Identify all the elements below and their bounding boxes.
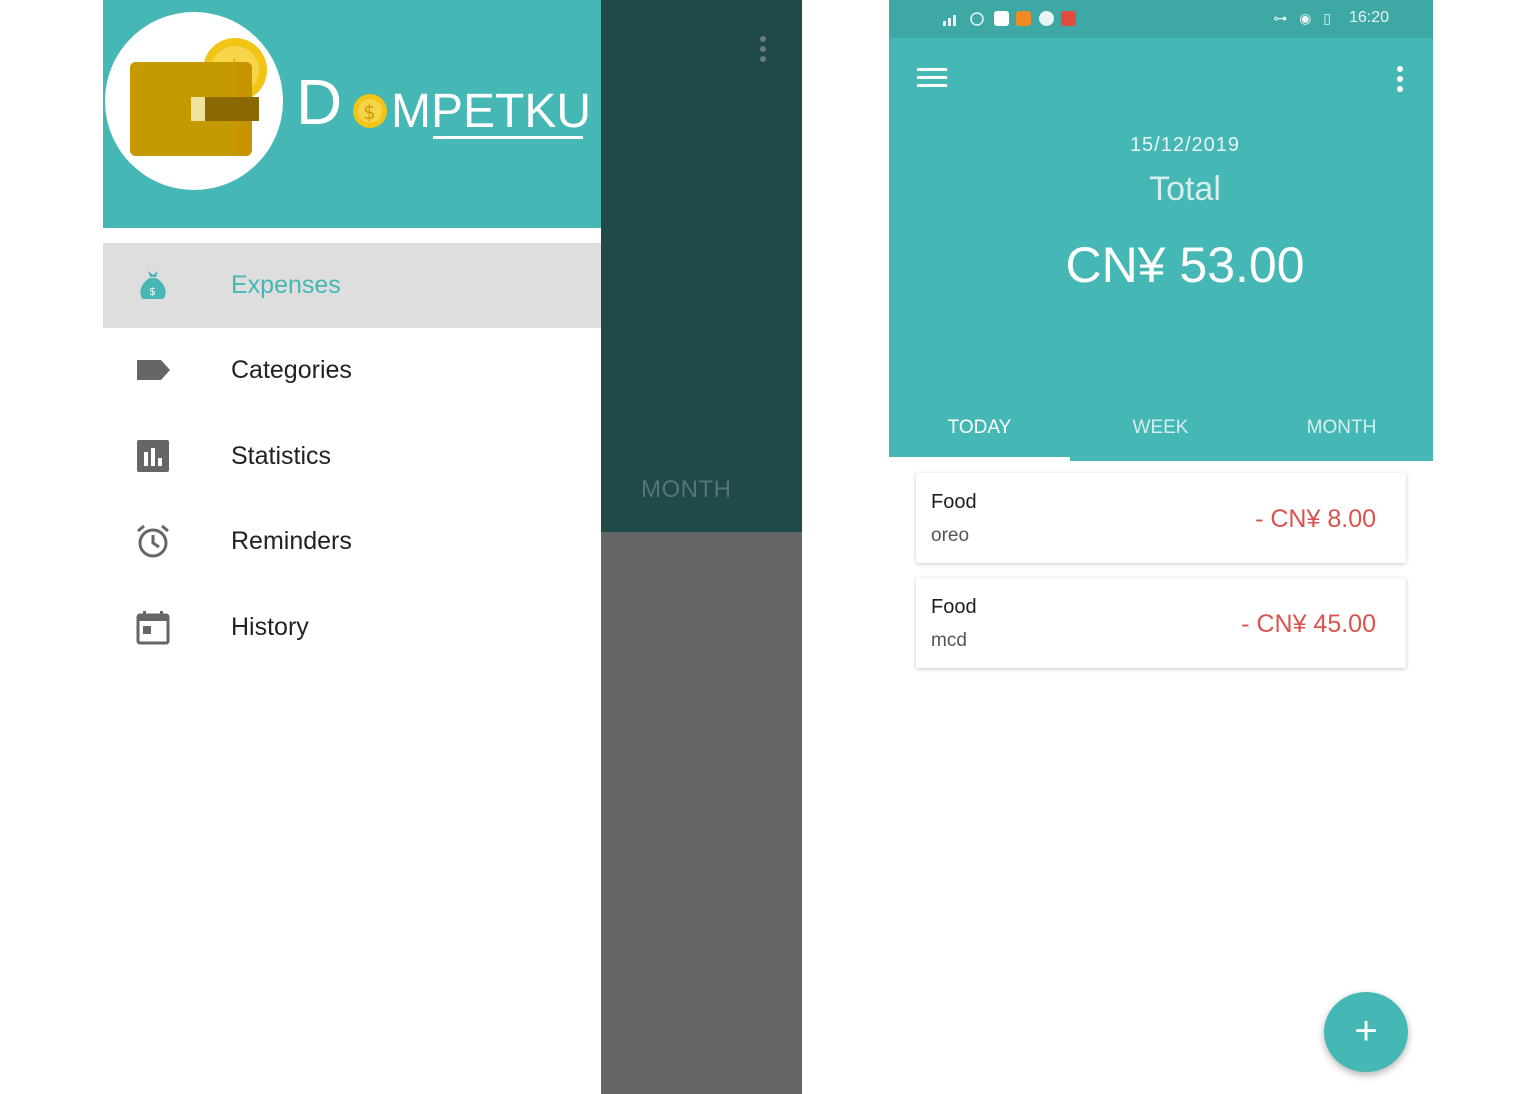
expense-amount: - CN¥ 45.00: [1241, 610, 1376, 638]
brand-rest-letters: MPETKU: [391, 85, 592, 138]
signal-icon: [943, 14, 956, 26]
expense-note: oreo: [931, 525, 970, 546]
expense-card[interactable]: Food oreo - CN¥ 8.00: [916, 473, 1406, 563]
tab-indicator: [889, 457, 1070, 461]
drawer-item-label: Expenses: [231, 271, 341, 299]
dimmed-overflow-menu-icon: [753, 36, 773, 68]
tab-today[interactable]: TODAY: [889, 408, 1070, 461]
expense-amount: - CN¥ 8.00: [1255, 505, 1376, 533]
system-status-icons: ⊶ ◉ ▯: [1273, 10, 1335, 26]
right-phone-screen: ⊶ ◉ ▯ 16:20 15/12/2019 Total CN¥ 53.00 T…: [889, 0, 1433, 1094]
tab-month[interactable]: MONTH: [1251, 408, 1432, 461]
dimmed-tab-month: MONTH: [641, 476, 732, 503]
status-bar: ⊶ ◉ ▯ 16:20: [889, 0, 1433, 38]
navigation-drawer: $ D $ MPETKU: [103, 0, 601, 1094]
calendar-icon: [136, 611, 170, 645]
wallet-logo-icon: $: [105, 12, 283, 190]
expense-note: mcd: [931, 630, 967, 651]
drawer-item-label: Categories: [231, 356, 352, 384]
map-app-icon: [993, 11, 1009, 27]
bar-chart-icon: [137, 440, 169, 472]
notification-icons: [935, 10, 1079, 28]
svg-text:$: $: [149, 285, 156, 298]
add-expense-button[interactable]: +: [1324, 992, 1408, 1072]
chat-app-icon: [1038, 11, 1054, 27]
app-header: 15/12/2019 Total CN¥ 53.00 TODAY WEEK MO…: [889, 38, 1433, 461]
drawer-item-label: History: [231, 613, 309, 641]
money-bag-icon: $: [140, 271, 166, 299]
coin-icon: $: [353, 94, 387, 128]
ring-icon: [970, 12, 985, 26]
drawer-item-label: Reminders: [231, 527, 352, 555]
expense-category: Food: [931, 491, 977, 513]
drawer-item-expenses[interactable]: $ Expenses: [103, 243, 601, 328]
overflow-menu-icon[interactable]: [1394, 66, 1406, 94]
game-app-icon: [1061, 11, 1077, 27]
drawer-item-reminders[interactable]: Reminders: [103, 499, 601, 584]
current-date: 15/12/2019: [1129, 134, 1241, 156]
drawer-item-label: Statistics: [231, 442, 332, 470]
alarm-clock-icon: [137, 524, 169, 558]
expense-card[interactable]: Food mcd - CN¥ 45.00: [916, 578, 1406, 668]
total-label: Total: [1149, 170, 1221, 208]
drawer-header: $ D $ MPETKU: [103, 0, 601, 228]
label-tag-icon: [137, 360, 170, 380]
total-amount: CN¥ 53.00: [1065, 237, 1305, 293]
brand-wordmark: D $ MPETKU: [296, 62, 596, 142]
drawer-item-categories[interactable]: Categories: [103, 328, 601, 413]
expense-category: Food: [931, 596, 977, 618]
left-phone-screen: MONTH $ D $: [103, 0, 802, 1094]
video-app-icon: [1016, 11, 1032, 27]
brand-first-letter: D: [296, 66, 343, 138]
brand-underline: [433, 136, 583, 139]
svg-text:$: $: [363, 100, 376, 124]
hamburger-menu-icon[interactable]: [917, 68, 947, 90]
tab-week[interactable]: WEEK: [1070, 408, 1251, 461]
status-time: 16:20: [1348, 9, 1389, 26]
drawer-item-history[interactable]: History: [103, 585, 601, 670]
drawer-item-statistics[interactable]: Statistics: [103, 414, 601, 499]
